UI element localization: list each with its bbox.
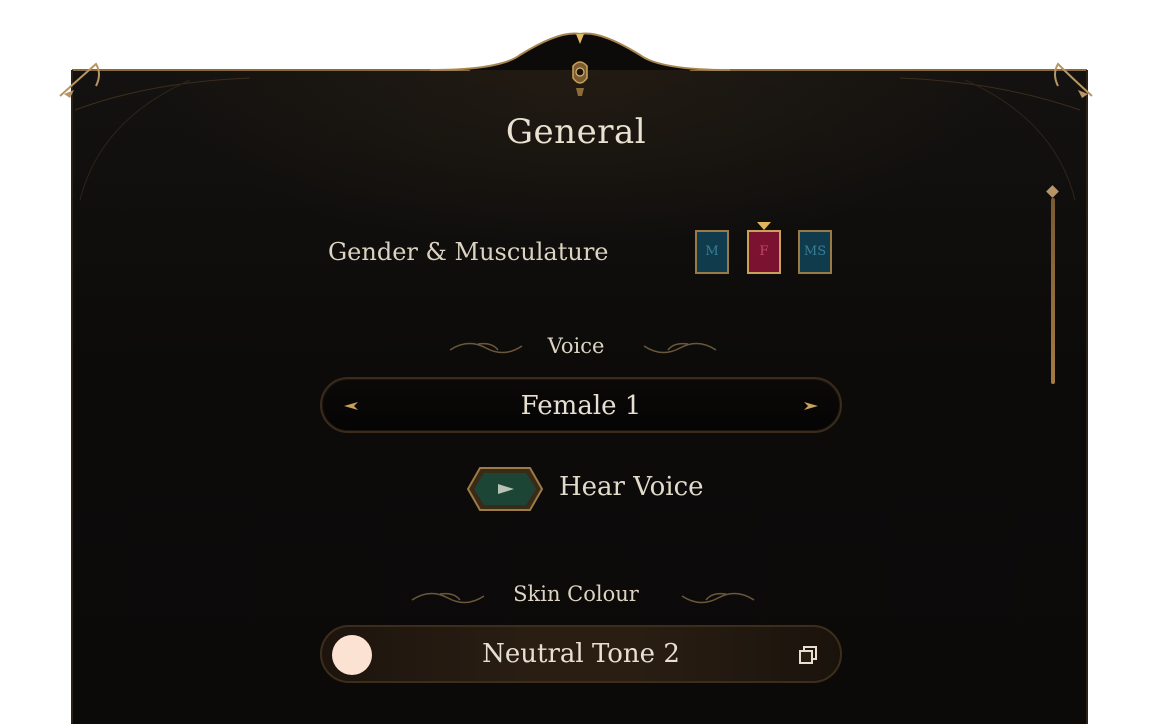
hear-voice-label[interactable]: Hear Voice [559, 472, 704, 502]
voice-selector: Female 1 [320, 377, 842, 433]
gender-option-ms[interactable]: MS [798, 230, 832, 274]
ornament-right-icon [681, 592, 755, 604]
gender-option-m[interactable]: M [695, 230, 729, 274]
copy-icon[interactable] [798, 645, 818, 665]
skin-value: Neutral Tone 2 [482, 639, 680, 669]
play-icon[interactable] [466, 466, 544, 512]
panel-title: General [505, 112, 647, 152]
gender-label: Gender & Musculature [328, 238, 609, 266]
skin-colour-selector[interactable]: Neutral Tone 2 [320, 625, 842, 683]
mask-crest-icon [572, 61, 588, 96]
ornament-right-icon [643, 342, 717, 354]
voice-heading: Voice [547, 334, 605, 358]
skin-heading: Skin Colour [513, 582, 639, 606]
voice-value: Female 1 [520, 391, 642, 421]
arrow-right-icon[interactable] [804, 402, 818, 410]
scrollbar[interactable] [1051, 198, 1055, 384]
gender-option-f[interactable]: F [747, 230, 781, 274]
selected-indicator-icon [757, 222, 771, 230]
